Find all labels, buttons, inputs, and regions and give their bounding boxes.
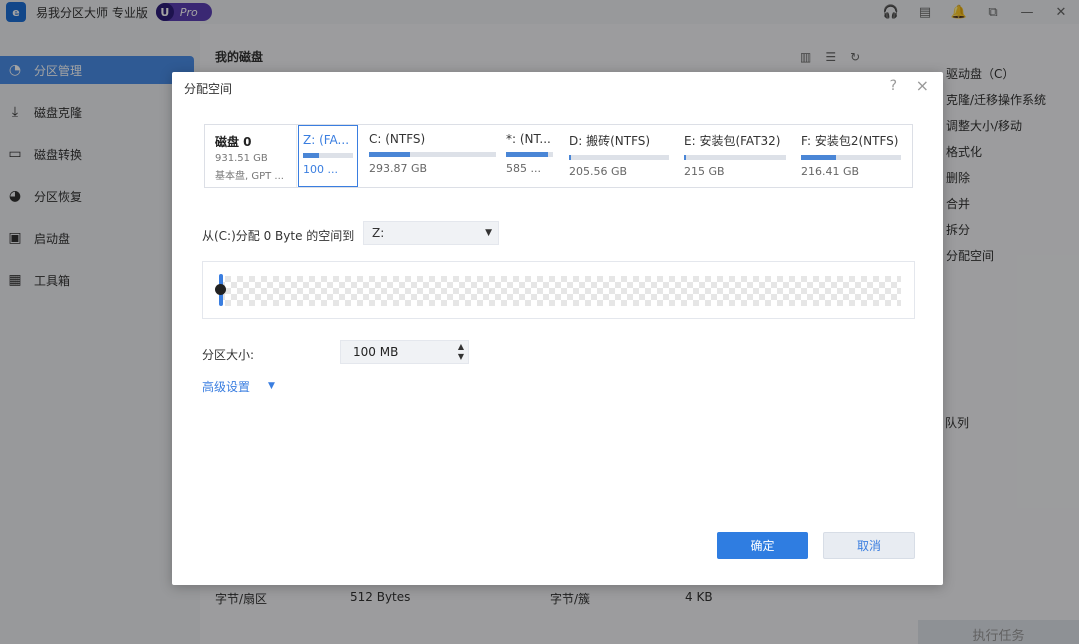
partition-usage-fill bbox=[506, 152, 549, 157]
partition-usage-fill bbox=[569, 155, 571, 160]
partition-usage-fill bbox=[684, 155, 687, 160]
partition-size: 215 GB bbox=[684, 165, 725, 178]
partition-size: 216.41 GB bbox=[801, 165, 860, 178]
partition-c[interactable]: C: (NTFS) 293.87 GB bbox=[365, 125, 500, 187]
disk-name: 磁盘 0 bbox=[215, 135, 252, 149]
partition-f[interactable]: F: 安装包2(NTFS) 216.41 GB bbox=[797, 125, 905, 187]
stepper-up-icon[interactable]: ▲ bbox=[458, 342, 464, 352]
expand-arrow-icon[interactable]: ▼ bbox=[268, 381, 275, 391]
help-icon[interactable]: ? bbox=[890, 78, 897, 94]
unallocated-space-track[interactable] bbox=[219, 276, 901, 306]
partition-size-input[interactable]: 100 MB ▲ ▼ bbox=[340, 340, 469, 364]
partition-size-value: 100 MB bbox=[353, 345, 399, 359]
partition-label: E: 安装包(FAT32) bbox=[684, 134, 781, 148]
partition-size: 585 ... bbox=[506, 162, 541, 175]
target-partition-select[interactable]: Z: ▼ bbox=[363, 221, 499, 245]
allocate-from-label: 从(C:)分配 0 Byte 的空间到 bbox=[202, 229, 355, 243]
partition-usage-bar bbox=[684, 155, 786, 160]
allocate-space-dialog: 分配空间 ? × 磁盘 0 931.51 GB 基本盘, GPT ... Z: … bbox=[172, 72, 943, 585]
stepper-down-icon[interactable]: ▼ bbox=[458, 352, 464, 362]
partition-z[interactable]: Z: (FA... 100 ... bbox=[298, 125, 358, 187]
target-partition-value: Z: bbox=[372, 226, 385, 240]
partition-usage-fill bbox=[801, 155, 836, 160]
dropdown-arrow-icon: ▼ bbox=[485, 228, 492, 238]
disk-header: 磁盘 0 931.51 GB 基本盘, GPT ... bbox=[205, 125, 297, 187]
partition-e[interactable]: E: 安装包(FAT32) 215 GB bbox=[680, 125, 790, 187]
partition-usage-bar bbox=[569, 155, 669, 160]
partition-d[interactable]: D: 搬砖(NTFS) 205.56 GB bbox=[565, 125, 673, 187]
disk-type: 基本盘, GPT ... bbox=[215, 171, 284, 182]
partition-label: F: 安装包2(NTFS) bbox=[801, 134, 899, 148]
partition-label: D: 搬砖(NTFS) bbox=[569, 134, 651, 148]
partition-size: 100 ... bbox=[303, 163, 338, 176]
partition-label: *: (NT... bbox=[506, 132, 551, 146]
partition-size: 293.87 GB bbox=[369, 162, 428, 175]
partition-unlettered[interactable]: *: (NT... 585 ... bbox=[502, 125, 557, 187]
partition-usage-fill bbox=[303, 153, 319, 158]
cancel-button[interactable]: 取消 bbox=[823, 532, 915, 559]
ok-button[interactable]: 确定 bbox=[717, 532, 808, 559]
partition-size: 205.56 GB bbox=[569, 165, 628, 178]
partition-usage-fill bbox=[369, 152, 410, 157]
partition-size-label: 分区大小: bbox=[202, 348, 255, 362]
partition-usage-bar bbox=[369, 152, 496, 157]
disk-map: 磁盘 0 931.51 GB 基本盘, GPT ... Z: (FA... 10… bbox=[204, 124, 913, 188]
partition-label: Z: (FA... bbox=[303, 133, 350, 147]
partition-usage-bar bbox=[303, 153, 353, 158]
dialog-title: 分配空间 bbox=[184, 82, 233, 96]
advanced-settings-link[interactable]: 高级设置 bbox=[202, 378, 250, 395]
slider-handle[interactable] bbox=[215, 284, 226, 295]
partition-label: C: (NTFS) bbox=[369, 132, 426, 146]
partition-size-slider-box bbox=[202, 261, 915, 319]
size-stepper[interactable]: ▲ ▼ bbox=[458, 342, 464, 362]
partition-usage-bar bbox=[801, 155, 901, 160]
disk-size: 931.51 GB bbox=[215, 153, 268, 164]
dialog-close-icon[interactable]: × bbox=[916, 76, 929, 95]
partition-usage-bar bbox=[506, 152, 553, 157]
